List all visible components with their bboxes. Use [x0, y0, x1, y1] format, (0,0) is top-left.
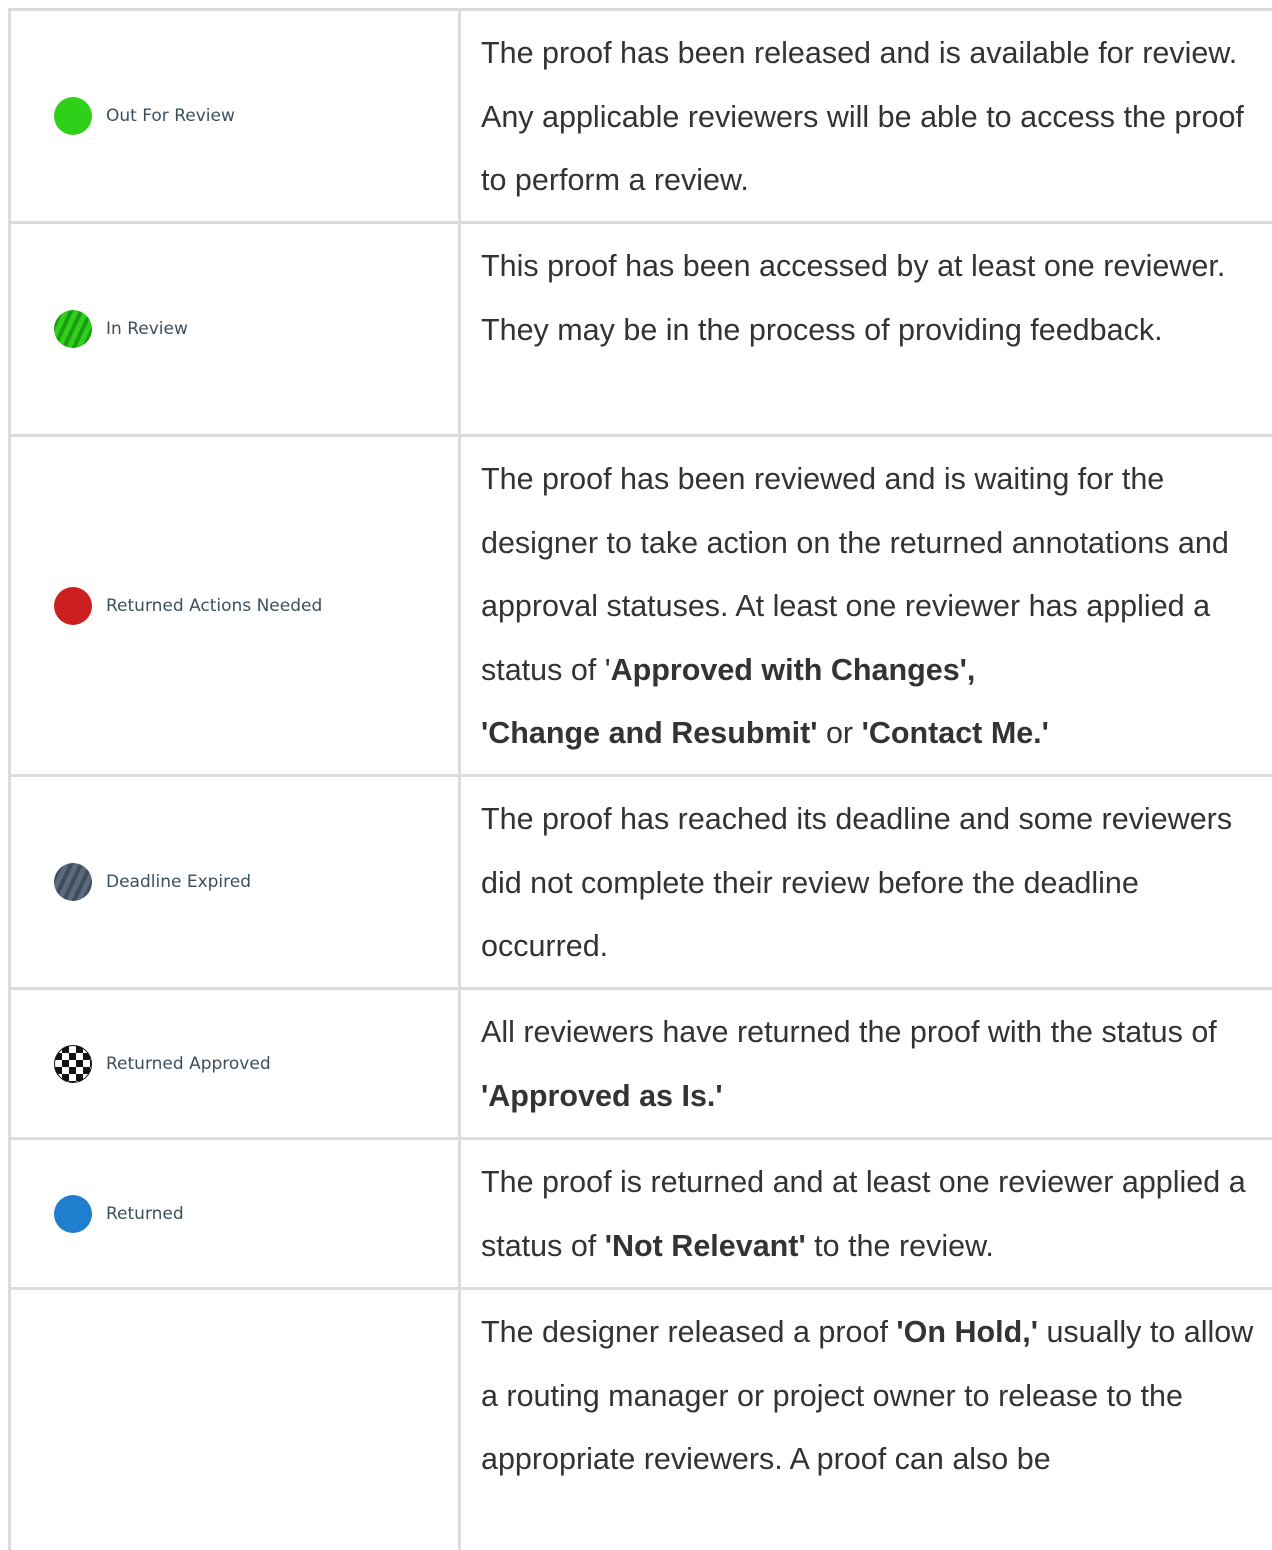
status-cell [11, 1290, 461, 1550]
status-emphasis: 'Change and Resubmit' [481, 716, 818, 750]
status-label: In Review [106, 319, 188, 339]
table-row: The designer released a proof 'On Hold,'… [11, 1290, 1272, 1550]
description-text: to the review. [805, 1228, 994, 1263]
table-row: Returned The proof is returned and at le… [11, 1140, 1272, 1290]
status-label: Deadline Expired [106, 872, 252, 892]
status-cell: Returned Actions Needed [11, 437, 461, 774]
status-emphasis: 'On Hold,' [896, 1315, 1038, 1349]
checkered-flag-icon [54, 1044, 92, 1083]
status-emphasis: 'Contact Me.' [861, 716, 1049, 750]
table-row: Out For Review The proof has been releas… [11, 11, 1272, 224]
description-cell: All reviewers have returned the proof wi… [461, 990, 1272, 1137]
description-cell: The designer released a proof 'On Hold,'… [461, 1290, 1272, 1550]
table-row: In Review This proof has been accessed b… [11, 224, 1272, 437]
description-cell: The proof has been reviewed and is waiti… [461, 437, 1272, 774]
status-emphasis: Approved with Changes', [610, 652, 976, 687]
status-table: Out For Review The proof has been releas… [8, 8, 1272, 1550]
description-cell: The proof has been released and is avail… [481, 36, 1244, 197]
description-text: or [817, 716, 862, 750]
solid-green-dot-icon [54, 97, 92, 135]
description-text: The designer released a proof [481, 1315, 897, 1349]
striped-slate-dot-icon [54, 863, 92, 901]
status-cell: Out For Review [11, 11, 461, 221]
description-text: All reviewers have returned the proof wi… [481, 1015, 1217, 1049]
status-cell: Deadline Expired [11, 777, 461, 987]
description-cell: The proof is returned and at least one r… [461, 1140, 1272, 1287]
status-cell: In Review [11, 224, 461, 434]
status-emphasis: 'Not Relevant' [604, 1228, 806, 1263]
solid-blue-dot-icon [54, 1194, 92, 1233]
status-emphasis: 'Approved as Is.' [481, 1078, 723, 1113]
status-label: Returned Approved [106, 1053, 271, 1074]
description-cell: This proof has been accessed by at least… [481, 249, 1226, 347]
striped-green-dot-icon [54, 310, 92, 348]
status-cell: Returned Approved [11, 990, 461, 1137]
status-label: Returned Actions Needed [106, 595, 323, 616]
table-row: Deadline Expired The proof has reached i… [11, 777, 1272, 990]
status-cell: Returned [11, 1140, 461, 1287]
solid-red-dot-icon [54, 586, 92, 625]
status-label: Returned [106, 1203, 184, 1224]
description-cell: The proof has reached its deadline and s… [481, 802, 1233, 963]
table-row: Returned Actions Needed The proof has be… [11, 437, 1272, 777]
table-row: Returned Approved All reviewers have ret… [11, 990, 1272, 1140]
status-label: Out For Review [106, 106, 235, 126]
